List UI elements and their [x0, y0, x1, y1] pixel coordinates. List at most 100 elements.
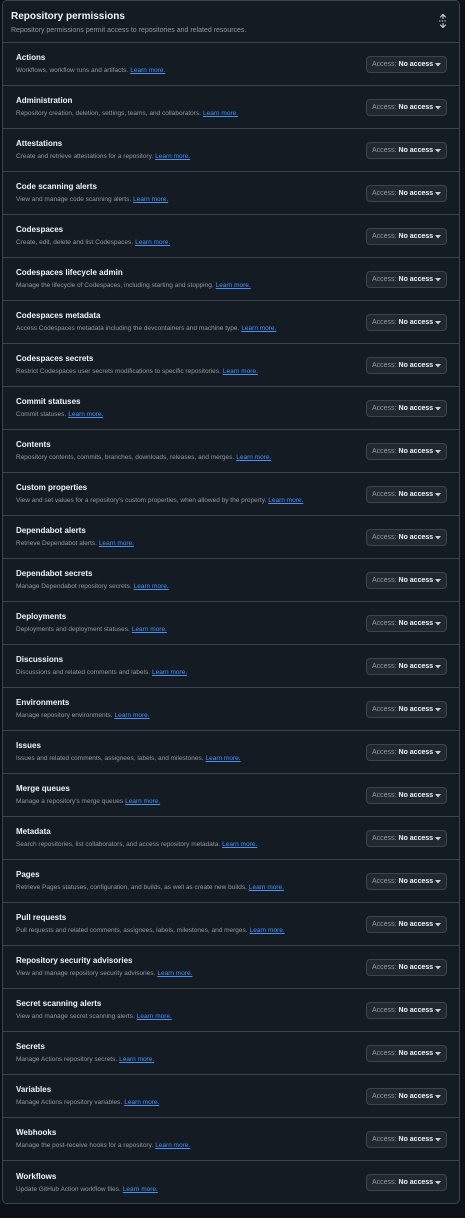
learn-more-link[interactable]: Learn more. — [203, 110, 238, 117]
access-level-dropdown[interactable]: Access: No access — [366, 528, 447, 546]
access-level-dropdown[interactable]: Access: No access — [366, 657, 447, 675]
permission-row: Actions Workflows, workflow runs and art… — [3, 43, 459, 86]
access-value: No access — [398, 447, 434, 455]
learn-more-link[interactable]: Learn more. — [130, 67, 165, 74]
learn-more-link[interactable]: Learn more. — [68, 411, 103, 418]
access-level-dropdown[interactable]: Access: No access — [366, 442, 447, 460]
permission-row: Merge queues Manage a repository's merge… — [3, 774, 459, 817]
permission-description: Retrieve Dependabot alerts. Learn more. — [16, 539, 134, 548]
access-value: No access — [398, 576, 434, 584]
access-level-dropdown[interactable]: Access: No access — [366, 614, 447, 632]
learn-more-link[interactable]: Learn more. — [249, 884, 284, 891]
learn-more-link[interactable]: Learn more. — [134, 583, 169, 590]
learn-more-link[interactable]: Learn more. — [124, 1099, 159, 1106]
permission-description: Manage Actions repository secrets. Learn … — [16, 1055, 154, 1064]
learn-more-link[interactable]: Learn more. — [152, 669, 187, 676]
unfold-icon[interactable] — [437, 14, 449, 28]
panel-title: Repository permissions — [11, 11, 125, 22]
access-value: No access — [398, 103, 434, 111]
permission-name: Codespaces — [16, 225, 64, 234]
permission-row: Administration Repository creation, dele… — [3, 86, 459, 129]
learn-more-link[interactable]: Learn more. — [132, 626, 167, 633]
access-level-dropdown[interactable]: Access: No access — [366, 485, 447, 503]
panel-subtitle: Repository permissions permit access to … — [11, 27, 247, 34]
access-prefix: Access: — [372, 189, 397, 197]
caret-down-icon — [435, 535, 441, 539]
learn-more-link[interactable]: Learn more. — [222, 841, 257, 848]
permission-description-text: Pull requests and related comments, assi… — [16, 927, 248, 934]
permission-name: Deployments — [16, 612, 67, 621]
learn-more-link[interactable]: Learn more. — [133, 196, 168, 203]
access-level-dropdown[interactable]: Access: No access — [366, 1001, 447, 1019]
access-level-dropdown[interactable]: Access: No access — [366, 958, 447, 976]
permission-row: Codespaces Create, edit, delete and list… — [3, 215, 459, 258]
access-prefix: Access: — [372, 662, 397, 670]
permission-row: Attestations Create and retrieve attesta… — [3, 129, 459, 172]
access-level-dropdown[interactable]: Access: No access — [366, 1130, 447, 1148]
permission-row: Pages Retrieve Pages statuses, configura… — [3, 860, 459, 903]
learn-more-link[interactable]: Learn more. — [137, 1013, 172, 1020]
permission-description-text: Search repositories, list collaborators,… — [16, 841, 221, 848]
learn-more-link[interactable]: Learn more. — [250, 927, 285, 934]
permission-name: Codespaces lifecycle admin — [16, 268, 123, 277]
learn-more-link[interactable]: Learn more. — [216, 282, 251, 289]
access-level-dropdown[interactable]: Access: No access — [366, 829, 447, 847]
caret-down-icon — [435, 363, 441, 367]
access-level-dropdown[interactable]: Access: No access — [366, 786, 447, 804]
access-value: No access — [398, 232, 434, 240]
learn-more-link[interactable]: Learn more. — [223, 368, 258, 375]
access-value: No access — [398, 662, 434, 670]
access-level-dropdown[interactable]: Access: No access — [366, 872, 447, 890]
access-value: No access — [398, 1179, 434, 1186]
learn-more-link[interactable]: Learn more. — [135, 239, 170, 246]
access-level-dropdown[interactable]: Access: No access — [366, 700, 447, 718]
access-level-dropdown[interactable]: Access: No access — [366, 98, 447, 116]
permission-text: Administration Repository creation, dele… — [16, 96, 238, 118]
permission-description-text: Manage a repository's merge queues — [16, 798, 124, 805]
permission-row: Issues Issues and related comments, assi… — [3, 731, 459, 774]
access-prefix: Access: — [372, 533, 397, 541]
permission-description-text: Manage the post-receive hooks for a repo… — [16, 1142, 154, 1149]
access-value: No access — [398, 275, 434, 283]
permission-description: Search repositories, list collaborators,… — [16, 840, 257, 849]
permission-description-text: Restrict Codespaces user secrets modific… — [16, 368, 221, 375]
learn-more-link[interactable]: Learn more. — [99, 540, 134, 547]
access-level-dropdown[interactable]: Access: No access — [366, 743, 447, 761]
access-level-dropdown[interactable]: Access: No access — [366, 313, 447, 331]
access-level-dropdown[interactable]: Access: No access — [366, 1044, 447, 1062]
access-level-dropdown[interactable]: Access: No access — [366, 399, 447, 417]
permission-description: Repository creation, deletion, settings,… — [16, 109, 238, 118]
permission-description-text: View and manage secret scanning alerts. — [16, 1013, 135, 1020]
access-level-dropdown[interactable]: Access: No access — [366, 1174, 447, 1191]
learn-more-link[interactable]: Learn more. — [155, 1142, 190, 1149]
access-value: No access — [398, 1135, 434, 1143]
learn-more-link[interactable]: Learn more. — [119, 1056, 154, 1063]
repository-permissions-panel: Repository permissions Repository permis… — [2, 0, 460, 1204]
permission-description: Update GitHub Action workflow files. Lear… — [16, 1185, 158, 1194]
access-level-dropdown[interactable]: Access: No access — [366, 1087, 447, 1105]
permission-name: Custom properties — [16, 483, 88, 492]
learn-more-link[interactable]: Learn more. — [125, 798, 160, 805]
learn-more-link[interactable]: Learn more. — [155, 153, 190, 160]
access-level-dropdown[interactable]: Access: No access — [366, 270, 447, 288]
learn-more-link[interactable]: Learn more. — [241, 325, 276, 332]
access-level-dropdown[interactable]: Access: No access — [366, 141, 447, 159]
permission-row: Environments Manage repository environme… — [3, 688, 459, 731]
access-level-dropdown[interactable]: Access: No access — [366, 915, 447, 933]
learn-more-link[interactable]: Learn more. — [206, 755, 241, 762]
learn-more-link[interactable]: Learn more. — [114, 712, 149, 719]
learn-more-link[interactable]: Learn more. — [268, 497, 303, 504]
permission-description-text: Issues and related comments, assignees, … — [16, 755, 204, 762]
permission-text: Discussions Discussions and related comm… — [16, 655, 187, 677]
learn-more-link[interactable]: Learn more. — [157, 970, 192, 977]
learn-more-link[interactable]: Learn more. — [236, 454, 271, 461]
access-level-dropdown[interactable]: Access: No access — [366, 227, 447, 245]
access-level-dropdown[interactable]: Access: No access — [366, 55, 447, 73]
access-level-dropdown[interactable]: Access: No access — [366, 184, 447, 202]
permission-row: Dependabot alerts Retrieve Dependabot al… — [3, 516, 459, 559]
access-level-dropdown[interactable]: Access: No access — [366, 571, 447, 589]
access-level-dropdown[interactable]: Access: No access — [366, 356, 447, 374]
permission-name: Codespaces metadata — [16, 311, 101, 320]
learn-more-link[interactable]: Learn more. — [123, 1186, 158, 1193]
caret-down-icon — [435, 578, 441, 582]
